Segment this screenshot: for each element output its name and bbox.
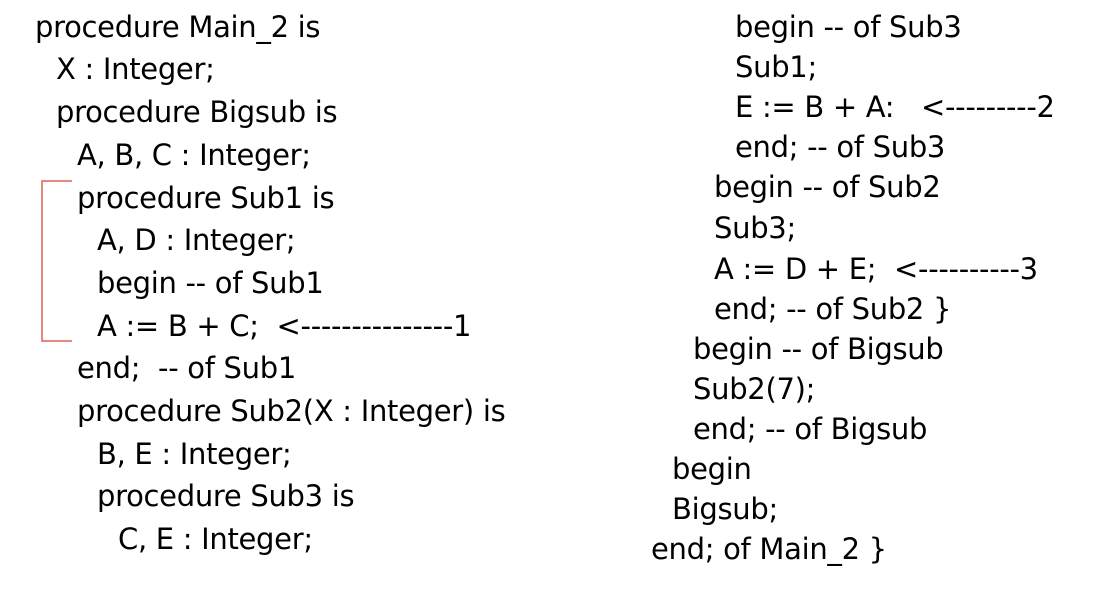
code-line: procedure Bigsub is xyxy=(56,95,338,129)
code-line: A, D : Integer; xyxy=(97,223,296,257)
code-line: Sub1; xyxy=(735,50,817,84)
code-line: C, E : Integer; xyxy=(118,522,313,556)
scope-bracket xyxy=(41,180,72,342)
code-line: Sub2(7); xyxy=(693,372,816,406)
code-line: Bigsub; xyxy=(672,492,778,526)
code-line: X : Integer; xyxy=(56,52,215,86)
code-line: Sub3; xyxy=(714,211,796,245)
code-line: begin -- of Bigsub xyxy=(693,332,944,366)
code-line: end; -- of Bigsub xyxy=(693,412,928,446)
code-line: B, E : Integer; xyxy=(97,437,292,471)
code-line: end; -- of Sub2 } xyxy=(714,292,952,326)
code-line: A := B + C; <---------------1 xyxy=(97,309,472,343)
code-line: A := D + E; <----------3 xyxy=(714,252,1038,286)
code-line: begin -- of Sub3 xyxy=(735,10,962,44)
code-line: procedure Sub1 is xyxy=(77,181,335,215)
code-line: procedure Sub2(X : Integer) is xyxy=(77,394,506,428)
code-line: end; of Main_2 } xyxy=(651,532,887,566)
code-line: begin -- of Sub1 xyxy=(97,266,324,300)
code-line: A, B, C : Integer; xyxy=(77,138,311,172)
code-line: begin -- of Sub2 xyxy=(714,170,941,204)
code-line: begin xyxy=(672,452,752,486)
code-line: end; -- of Sub3 xyxy=(735,130,946,164)
code-line: end; -- of Sub1 xyxy=(77,351,297,385)
code-line: procedure Main_2 is xyxy=(35,10,321,44)
code-line: E := B + A: <---------2 xyxy=(735,90,1055,124)
code-line: procedure Sub3 is xyxy=(97,479,355,513)
